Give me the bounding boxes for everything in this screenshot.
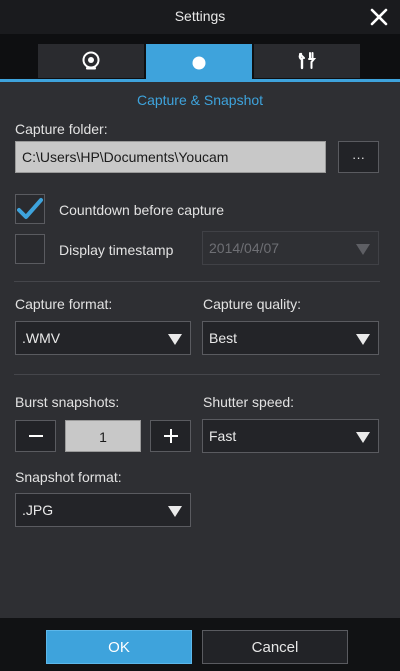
chevron-down-icon [168,334,182,345]
snapshot-format-value: .JPG [22,502,54,518]
chevron-down-icon [356,244,370,255]
plus-icon [163,429,178,443]
capture-format-value: .WMV [22,330,61,346]
timestamp-checkbox[interactable] [15,234,45,264]
capture-folder-label: Capture folder: [15,121,108,137]
tools-icon [298,52,317,70]
chevron-down-icon [356,334,370,345]
capture-quality-select[interactable]: Best [202,321,379,355]
capture-format-select[interactable]: .WMV [15,321,191,355]
shutter-speed-label: Shutter speed: [203,394,295,410]
cancel-button[interactable]: Cancel [202,630,348,664]
burst-snapshots-label: Burst snapshots: [15,394,120,410]
burst-snapshots-value[interactable]: 1 [65,420,141,452]
snapshot-format-select[interactable]: .JPG [15,493,191,527]
settings-panel: Capture & Snapshot Capture folder: C:\Us… [0,82,400,618]
divider [14,281,380,282]
tab-strip [0,34,400,82]
divider [14,374,380,375]
close-button[interactable] [366,4,392,30]
tab-webcam[interactable] [38,44,144,78]
record-dot-icon [192,56,206,70]
dialog-footer: OK Cancel [0,618,400,671]
tab-tools[interactable] [254,44,360,78]
chevron-down-icon [168,506,182,517]
webcam-icon [82,51,100,70]
shutter-speed-select[interactable]: Fast [202,419,379,453]
capture-quality-value: Best [209,330,238,346]
window-title: Settings [174,8,226,24]
timestamp-label: Display timestamp [59,242,174,258]
chevron-down-icon [356,432,370,443]
ok-button[interactable]: OK [46,630,192,664]
checkmark-icon [17,198,43,219]
capture-folder-input[interactable]: C:\Users\HP\Documents\Youcam [15,141,326,173]
countdown-checkbox[interactable] [15,194,45,224]
close-icon [370,8,388,26]
shutter-speed-value: Fast [209,428,237,444]
capture-format-label: Capture format: [15,296,113,312]
title-bar: Settings [0,0,400,34]
browse-folder-button[interactable]: ··· [338,141,379,173]
minus-icon [28,435,43,437]
capture-quality-label: Capture quality: [203,296,302,312]
timestamp-format-select: 2014/04/07 [202,231,379,265]
countdown-label: Countdown before capture [59,202,224,218]
snapshot-format-label: Snapshot format: [15,469,122,485]
burst-decrement-button[interactable] [15,420,56,452]
burst-increment-button[interactable] [150,420,191,452]
section-title: Capture & Snapshot [136,92,264,108]
tab-capture[interactable] [146,44,252,82]
timestamp-format-value: 2014/04/07 [209,240,280,256]
